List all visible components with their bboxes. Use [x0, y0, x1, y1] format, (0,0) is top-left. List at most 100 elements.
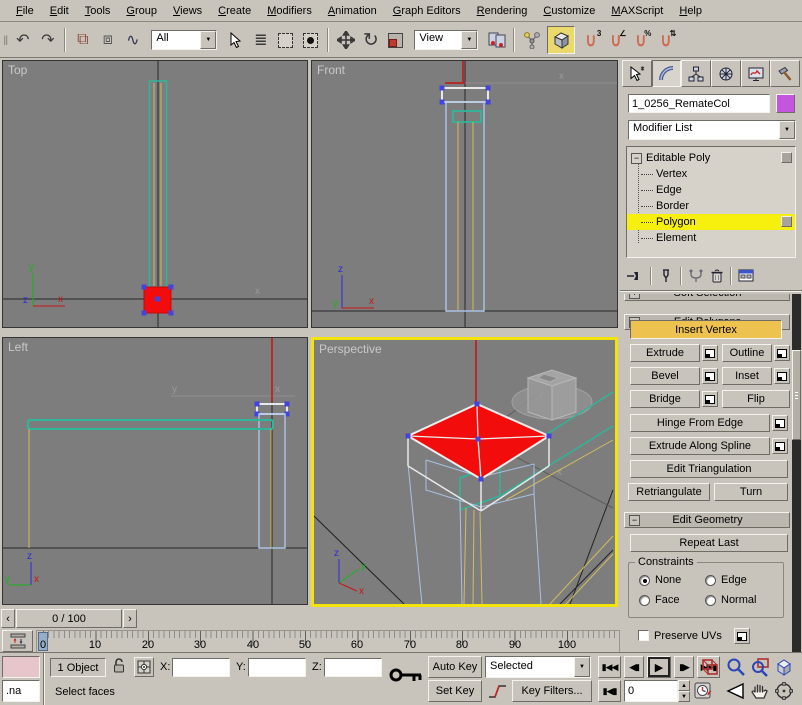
- zoom-button[interactable]: [726, 657, 746, 677]
- stack-item-polygon-selected[interactable]: Polygon: [627, 214, 795, 230]
- rectangular-selection-region-icon[interactable]: [273, 28, 298, 53]
- y-coordinate-field[interactable]: [248, 658, 306, 677]
- absolute-offset-toggle[interactable]: [134, 657, 154, 677]
- retriangulate-button[interactable]: Retriangulate: [628, 483, 710, 501]
- menu-views[interactable]: Views: [165, 2, 210, 20]
- stack-onoff-toggle[interactable]: [781, 216, 792, 227]
- extrude-button[interactable]: Extrude: [630, 344, 700, 362]
- turn-button[interactable]: Turn: [714, 483, 788, 501]
- timeline-ruler[interactable]: 0 10 20 30 40 50 60 70 80 90 100: [36, 630, 620, 653]
- menu-help[interactable]: Help: [671, 2, 710, 20]
- collapse-icon[interactable]: −: [629, 515, 640, 526]
- tab-utilities[interactable]: [770, 60, 800, 87]
- constraint-normal-radio[interactable]: [705, 595, 716, 606]
- go-to-start-button[interactable]: ▮◀◀: [598, 656, 621, 678]
- default-in-out-tangents-button[interactable]: [487, 682, 509, 700]
- menu-modifiers[interactable]: Modifiers: [259, 2, 320, 20]
- previous-frame-button[interactable]: ◀▮: [624, 656, 644, 678]
- constraint-edge-label[interactable]: Edge: [721, 574, 747, 586]
- inset-button[interactable]: Inset: [722, 367, 772, 385]
- menu-tools[interactable]: Tools: [77, 2, 119, 20]
- preserve-uvs-settings-button[interactable]: [734, 628, 750, 644]
- play-button[interactable]: ▶: [647, 656, 671, 678]
- set-keys-button[interactable]: [388, 661, 424, 689]
- percent-snap-icon[interactable]: ∪%: [628, 28, 653, 53]
- extrude-settings-button[interactable]: [702, 345, 718, 361]
- stack-item-edge[interactable]: Edge: [627, 182, 795, 198]
- inset-settings-button[interactable]: [774, 368, 790, 384]
- outline-button[interactable]: Outline: [722, 344, 772, 362]
- select-and-rotate-icon[interactable]: ↻: [358, 28, 383, 53]
- pin-stack-icon[interactable]: [626, 268, 644, 284]
- rollout-header-soft-selection[interactable]: + Soft Selection: [624, 294, 790, 301]
- maxscript-mini-listener[interactable]: .na: [2, 680, 40, 702]
- repeat-last-button[interactable]: Repeat Last: [630, 534, 788, 552]
- modifier-list-dropdown[interactable]: Modifier List ▼: [628, 120, 796, 140]
- chevron-down-icon[interactable]: ▼: [200, 31, 216, 49]
- zoom-extents-button[interactable]: [774, 657, 794, 677]
- reference-coordsys-dropdown[interactable]: View ▼: [414, 30, 478, 50]
- menu-maxscript[interactable]: MAXScript: [603, 2, 671, 20]
- stack-item-editable-poly[interactable]: − Editable Poly: [627, 150, 795, 166]
- spinner-down-icon[interactable]: ▼: [678, 691, 690, 702]
- frame-spinner[interactable]: ▲ ▼: [678, 680, 690, 702]
- tab-motion[interactable]: [711, 60, 741, 87]
- select-and-manipulate-icon[interactable]: [519, 28, 544, 53]
- trackbar-next-button[interactable]: ›: [123, 609, 137, 628]
- select-and-move-icon[interactable]: [333, 28, 358, 53]
- toolbar-grip[interactable]: ‖: [3, 33, 8, 48]
- expand-icon[interactable]: +: [629, 294, 640, 299]
- tab-display[interactable]: [741, 60, 771, 87]
- constraint-face-label[interactable]: Face: [655, 594, 679, 606]
- key-mode-toggle-button[interactable]: ▮◀▮: [598, 680, 621, 702]
- bevel-settings-button[interactable]: [702, 368, 718, 384]
- menu-file[interactable]: File: [8, 2, 42, 20]
- viewport-left[interactable]: Left y x z y x: [2, 337, 308, 605]
- stack-onoff-toggle[interactable]: [781, 152, 792, 163]
- menu-customize[interactable]: Customize: [535, 2, 603, 20]
- next-frame-button[interactable]: ▮▶: [674, 656, 694, 678]
- hinge-settings-button[interactable]: [772, 415, 788, 431]
- spinner-snap-icon[interactable]: ∪⇅: [653, 28, 678, 53]
- angle-snap-toggle-icon[interactable]: ∪∠: [603, 28, 628, 53]
- remove-modifier-icon[interactable]: [710, 268, 724, 284]
- bind-to-spacewarp-icon[interactable]: ∿: [120, 28, 145, 53]
- selection-lock-icon[interactable]: [112, 657, 126, 675]
- insert-vertex-button[interactable]: Insert Vertex: [630, 320, 782, 339]
- constraint-none-label[interactable]: None: [655, 574, 681, 586]
- tab-hierarchy[interactable]: [681, 60, 711, 87]
- chevron-down-icon[interactable]: ▼: [461, 31, 477, 49]
- tab-modify[interactable]: [652, 60, 682, 87]
- macro-recorder-pane[interactable]: [2, 656, 40, 678]
- menu-edit[interactable]: Edit: [42, 2, 77, 20]
- object-name-field[interactable]: 1_0256_RemateCol: [628, 94, 770, 113]
- stack-item-vertex[interactable]: Vertex: [627, 166, 795, 182]
- select-object-icon[interactable]: [223, 28, 248, 53]
- x-coordinate-field[interactable]: [172, 658, 230, 677]
- select-and-scale-icon[interactable]: [383, 28, 408, 53]
- flip-button[interactable]: Flip: [722, 390, 790, 408]
- zoom-all-button[interactable]: [750, 657, 770, 677]
- unlink-icon[interactable]: ⧈: [95, 28, 120, 53]
- edit-triangulation-button[interactable]: Edit Triangulation: [630, 460, 788, 478]
- selection-filter-dropdown[interactable]: All ▼: [151, 30, 217, 50]
- extrude-along-spline-button[interactable]: Extrude Along Spline: [630, 437, 770, 455]
- panel-scrollbar-thumb[interactable]: [792, 350, 801, 440]
- menu-group[interactable]: Group: [118, 2, 165, 20]
- arc-rotate-button[interactable]: [774, 681, 794, 701]
- select-link-icon[interactable]: ⧉: [70, 28, 95, 53]
- viewport-top-label[interactable]: Top: [8, 63, 27, 77]
- viewport-perspective[interactable]: Perspective x y: [311, 337, 618, 607]
- constraint-none-radio[interactable]: [639, 575, 650, 586]
- bevel-button[interactable]: Bevel: [630, 367, 700, 385]
- object-color-swatch[interactable]: [776, 94, 795, 113]
- undo-icon[interactable]: ↶: [10, 28, 35, 53]
- zoom-extents-all-button[interactable]: [700, 657, 720, 677]
- current-frame-field[interactable]: 0: [624, 680, 678, 702]
- redo-icon[interactable]: ↷: [35, 28, 60, 53]
- key-mode-dropdown[interactable]: Selected ▼: [485, 656, 591, 678]
- chevron-down-icon[interactable]: ▼: [574, 657, 590, 677]
- menu-graph-editors[interactable]: Graph Editors: [385, 2, 469, 20]
- set-key-button[interactable]: Set Key: [428, 680, 482, 702]
- viewport-front[interactable]: Front x z x y: [311, 60, 618, 328]
